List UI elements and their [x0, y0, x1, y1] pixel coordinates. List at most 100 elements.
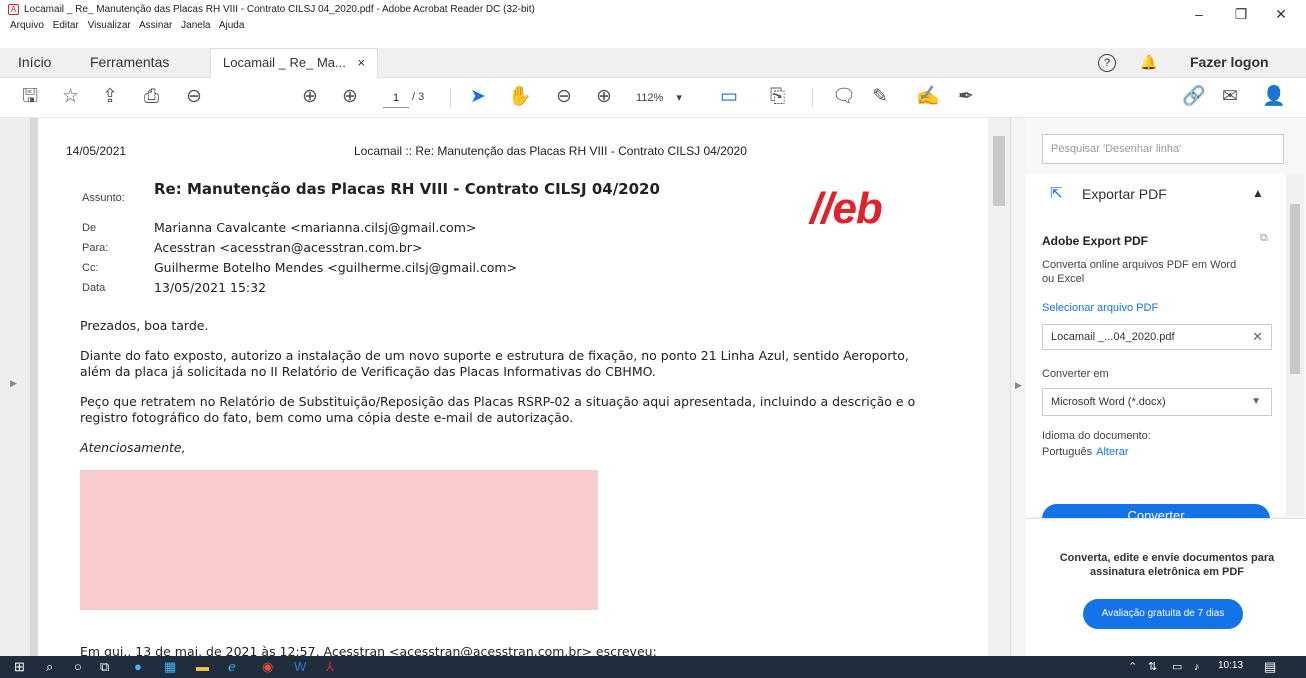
maximize-button[interactable]: ❐ — [1226, 6, 1256, 23]
change-language-link[interactable]: Alterar — [1096, 446, 1128, 458]
acrobat-icon: A — [8, 4, 19, 15]
export-pdf-icon: ⇱ — [1050, 185, 1063, 202]
toolbar-divider — [812, 88, 813, 108]
convert-format-select[interactable]: Microsoft Word (*.docx) ▼ — [1042, 388, 1272, 416]
share-link-icon[interactable]: 🔗 — [1182, 87, 1206, 107]
document-scrollbar[interactable] — [988, 118, 1010, 656]
scroll-mode-icon[interactable]: ⎘ — [770, 87, 785, 107]
quoted-header: Em qui., 13 de mai. de 2021 às 12:57, Ac… — [80, 644, 657, 656]
toolbar: 🖫 ☆ ⇪ ⎙ ⊖ ⊕ ⊕ 1 / 3 ➤ ✋ ⊖ ⊕ 112% ▾ ▭ ⎘ 🗨… — [0, 78, 1306, 118]
tab-home[interactable]: Início — [18, 48, 51, 78]
menu-editar[interactable]: Editar — [53, 20, 79, 31]
minimize-button[interactable]: – — [1184, 6, 1214, 22]
remove-file-icon[interactable]: ✕ — [1252, 325, 1263, 349]
date-value: 13/05/2021 15:32 — [154, 280, 267, 295]
signin-button[interactable]: Fazer logon — [1190, 48, 1269, 78]
to-label: Para: — [82, 242, 109, 254]
panel-collapse-strip[interactable]: ▶ — [1010, 118, 1026, 656]
expand-right-icon[interactable]: ▶ — [10, 378, 17, 389]
close-button[interactable]: ✕ — [1266, 6, 1296, 23]
greeting: Prezados, boa tarde. — [80, 318, 209, 333]
acrobat-taskbar-icon[interactable]: ⅄ — [326, 658, 334, 676]
fill-sign-icon[interactable]: ✒ — [958, 87, 974, 107]
volume-icon[interactable]: ♪ — [1194, 658, 1200, 676]
subject-label: Assunto: — [82, 192, 125, 204]
tab-document-label: Locamail _ Re_ Ma... — [223, 55, 346, 70]
scrollbar-thumb[interactable] — [993, 136, 1005, 206]
internet-explorer-icon[interactable]: ℯ — [228, 658, 236, 676]
convert-format-value: Microsoft Word (*.docx) — [1051, 396, 1166, 408]
store-icon[interactable]: ▦ — [164, 658, 176, 676]
zoom-out-icon[interactable]: ⊖ — [556, 87, 572, 107]
windows-start-icon[interactable]: ⊞ — [14, 658, 25, 676]
tab-close-icon[interactable]: × — [357, 55, 365, 70]
email-subject: Re: Manutenção das Placas RH VIII - Cont… — [154, 180, 660, 198]
from-label: De — [82, 222, 97, 234]
title-bar: A Locamail _ Re_ Manutenção das Placas R… — [0, 0, 1306, 34]
page-number-input[interactable]: 1 — [383, 88, 409, 108]
email-icon[interactable]: ✉ — [1222, 87, 1238, 107]
convert-to-label: Converter em — [1042, 368, 1109, 380]
panel-scrollbar-thumb[interactable] — [1290, 204, 1300, 374]
tab-document[interactable]: Locamail _ Re_ Ma... × — [210, 48, 379, 79]
hand-tool-icon[interactable]: ✋ — [508, 87, 532, 107]
clock[interactable]: 10:13 — [1218, 660, 1243, 671]
file-name: Locamail _...04_2020.pdf — [1051, 331, 1175, 343]
promo-box: Converta, edite e envie documentos para … — [1026, 518, 1306, 656]
save-icon[interactable]: 🖫 — [22, 87, 38, 107]
menu-bar: Arquivo Editar Visualizar Assinar Janela… — [10, 20, 250, 31]
notifications-icon[interactable]: ▤ — [1264, 658, 1276, 676]
add-user-icon[interactable]: 👤 — [1262, 87, 1286, 107]
search-icon[interactable]: ⌕ — [46, 658, 53, 676]
redacted-signature — [80, 470, 598, 610]
zoom-in-icon[interactable]: ⊕ — [596, 87, 612, 107]
select-arrow-icon[interactable]: ➤ — [470, 87, 486, 107]
highlight-pen-icon[interactable]: ✎ — [872, 87, 888, 107]
copy-icon: ⧉ — [1260, 232, 1268, 244]
menu-janela[interactable]: Janela — [181, 20, 210, 31]
chevron-up-icon[interactable]: ▲ — [1252, 186, 1264, 200]
menu-ajuda[interactable]: Ajuda — [219, 20, 245, 31]
fit-page-icon[interactable]: ▭ — [720, 87, 738, 107]
collapse-panel-icon[interactable]: ▶ — [1015, 380, 1022, 391]
zoom-search-icon[interactable]: ⊖ — [186, 87, 202, 107]
word-icon[interactable]: W — [294, 658, 306, 676]
display-icon[interactable]: ▭ — [1172, 658, 1182, 676]
cortana-icon[interactable]: ○ — [74, 658, 82, 676]
upload-icon[interactable]: ⇪ — [102, 87, 118, 107]
bookmark-icon[interactable]: ☆ — [62, 87, 79, 107]
free-trial-button[interactable]: Avaliação gratuita de 7 dias — [1083, 599, 1243, 629]
page-total: / 3 — [412, 91, 425, 103]
chrome-icon[interactable]: ◉ — [262, 658, 273, 676]
closing: Atenciosamente, — [80, 440, 186, 455]
help-icon[interactable]: ? — [1098, 54, 1116, 72]
panel-scrollbar[interactable] — [1286, 174, 1304, 516]
print-date: 14/05/2021 — [66, 144, 127, 158]
document-area: ▶ 14/05/2021 Locamail :: Re: Manutenção … — [0, 118, 1010, 656]
select-file-link[interactable]: Selecionar arquivo PDF — [1042, 302, 1158, 314]
left-panel-toggle[interactable]: ▶ — [0, 118, 30, 656]
tools-search-input[interactable]: Pesquisar 'Desenhar linha' — [1042, 134, 1284, 164]
zoom-dropdown[interactable]: 112% ▾ — [636, 91, 682, 104]
tray-up-icon[interactable]: ⌃ — [1128, 658, 1137, 676]
menu-visualizar[interactable]: Visualizar — [88, 20, 131, 31]
comment-icon[interactable]: 🗨 — [832, 87, 856, 107]
sign-icon[interactable]: ✍ — [916, 87, 940, 107]
network-icon[interactable]: ⇅ — [1148, 658, 1157, 676]
print-icon[interactable]: ⎙ — [144, 87, 159, 107]
language-value: Português — [1042, 446, 1093, 458]
tab-bar: Início Ferramentas Locamail _ Re_ Ma... … — [0, 48, 1306, 79]
page-down-icon[interactable]: ⊕ — [342, 87, 358, 107]
promo-text: Converta, edite e envie documentos para … — [1059, 552, 1275, 578]
export-pdf-header[interactable]: ⇱ Exportar PDF ▲ — [1026, 174, 1286, 214]
windows-taskbar: ⊞ ⌕ ○ ⧉ ● ▦ ▬ ℯ ◉ W ⅄ ⌃ ⇅ ▭ ♪ 10:13 ▤ — [0, 656, 1306, 678]
cc-label: Cc: — [82, 262, 99, 274]
menu-arquivo[interactable]: Arquivo — [10, 20, 44, 31]
task-view-icon[interactable]: ⧉ — [100, 658, 109, 676]
menu-assinar[interactable]: Assinar — [139, 20, 172, 31]
file-explorer-icon[interactable]: ▬ — [196, 658, 209, 676]
bell-icon[interactable]: 🔔 — [1140, 48, 1157, 78]
page-up-icon[interactable]: ⊕ — [302, 87, 318, 107]
edge-icon[interactable]: ● — [134, 658, 142, 676]
tab-tools[interactable]: Ferramentas — [90, 48, 169, 78]
